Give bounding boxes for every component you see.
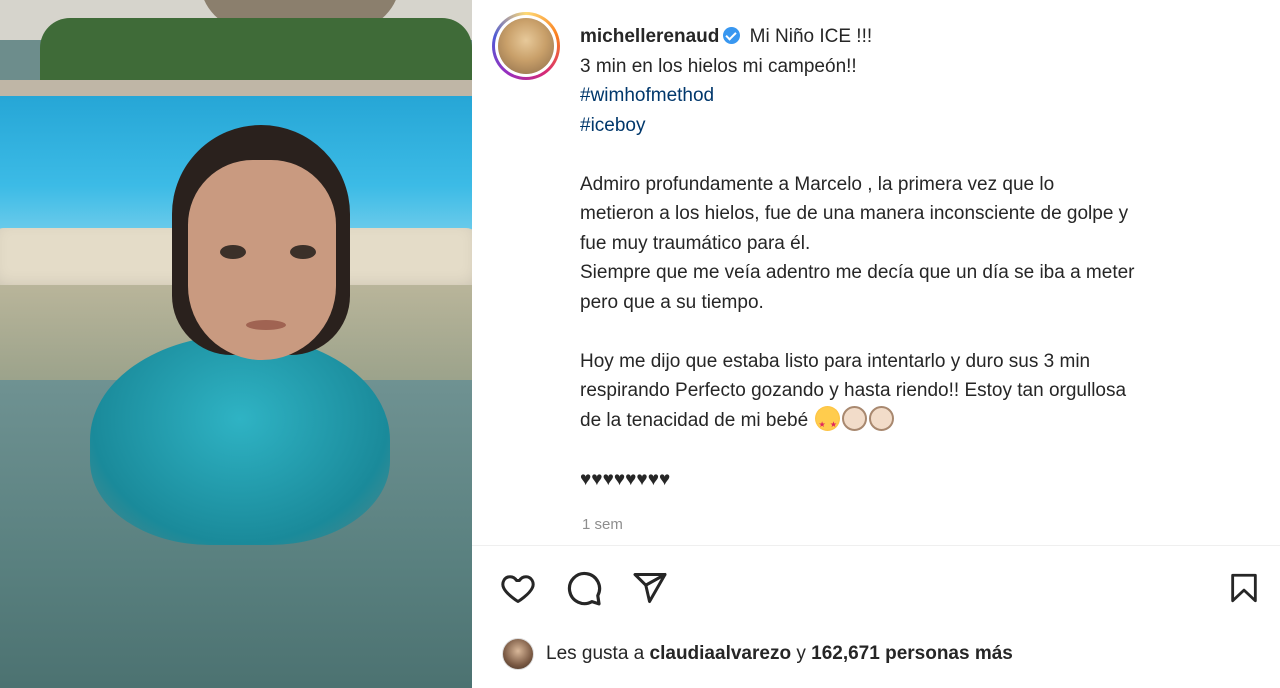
caption-last-line: de la tenacidad de mi bebé — [580, 405, 1260, 439]
media-child-shirt — [90, 335, 390, 545]
media-child-face — [188, 160, 336, 360]
comment-button[interactable] — [564, 568, 604, 608]
media-hedge — [40, 18, 472, 88]
clapping-hands-emoji — [842, 405, 868, 431]
heart-icon — [501, 575, 535, 603]
liker-username[interactable]: claudiaalvarezo — [650, 643, 792, 665]
caption-line: 3 min en los hielos mi campeón!! — [580, 55, 857, 77]
caption-paragraph-line: de la tenacidad de mi bebé — [580, 409, 809, 431]
likes-summary: Les gusta a claudiaalvarezo y 162,671 pe… — [502, 638, 1013, 670]
author-avatar-image — [498, 18, 554, 74]
likes-connector: y — [796, 643, 806, 664]
clapping-hands-emoji — [869, 405, 895, 431]
post-caption: michellerenaud Mi Niño ICE !!! 3 min en … — [580, 22, 1260, 494]
media-child-eye-left — [220, 245, 246, 259]
verified-badge-icon — [723, 27, 741, 44]
hashtag-link[interactable]: #iceboy — [580, 111, 1260, 141]
caption-paragraph-line: metieron a los hielos, fue de una manera… — [580, 203, 1129, 224]
caption-hearts: ♥♥♥♥♥♥♥♥ — [580, 468, 671, 490]
caption-title: Mi Niño ICE !!! — [749, 26, 873, 47]
media-child-mouth — [246, 320, 286, 330]
caption-paragraph-line: fue muy traumático para él. — [580, 232, 811, 254]
hashtag-link[interactable]: #wimhofmethod — [580, 81, 1260, 111]
star-struck-emoji — [815, 405, 841, 439]
likes-prefix: Les gusta a — [546, 643, 645, 664]
bookmark-icon — [1231, 573, 1257, 603]
caption-paragraph-line: Admiro profundamente a Marcelo , la prim… — [580, 173, 1055, 195]
caption-header-line: michellerenaud Mi Niño ICE !!! — [580, 22, 1260, 52]
post-side-panel: michellerenaud Mi Niño ICE !!! 3 min en … — [472, 0, 1280, 688]
media-child-eye-right — [290, 245, 316, 259]
section-divider — [472, 545, 1280, 546]
caption-paragraph-line: respirando Perfecto gozando y hasta rien… — [580, 380, 1127, 401]
share-icon — [633, 573, 667, 603]
share-button[interactable] — [630, 568, 670, 608]
like-button[interactable] — [498, 568, 538, 608]
liker-avatar[interactable] — [502, 638, 534, 670]
caption-paragraph-line: pero que a su tiempo. — [580, 291, 764, 313]
post-media[interactable] — [0, 0, 472, 688]
author-avatar-frame — [495, 15, 557, 77]
author-username[interactable]: michellerenaud — [580, 26, 719, 47]
likes-count[interactable]: 162,671 personas más — [811, 643, 1013, 665]
author-avatar[interactable] — [492, 12, 560, 80]
caption-paragraph-line: Hoy me dijo que estaba listo para intent… — [580, 350, 1091, 372]
post-timestamp[interactable]: 1 sem — [582, 516, 623, 533]
save-button[interactable] — [1224, 568, 1264, 608]
caption-paragraph-line: Siempre que me veía adentro me decía que… — [580, 262, 1135, 283]
comment-icon — [567, 571, 602, 606]
